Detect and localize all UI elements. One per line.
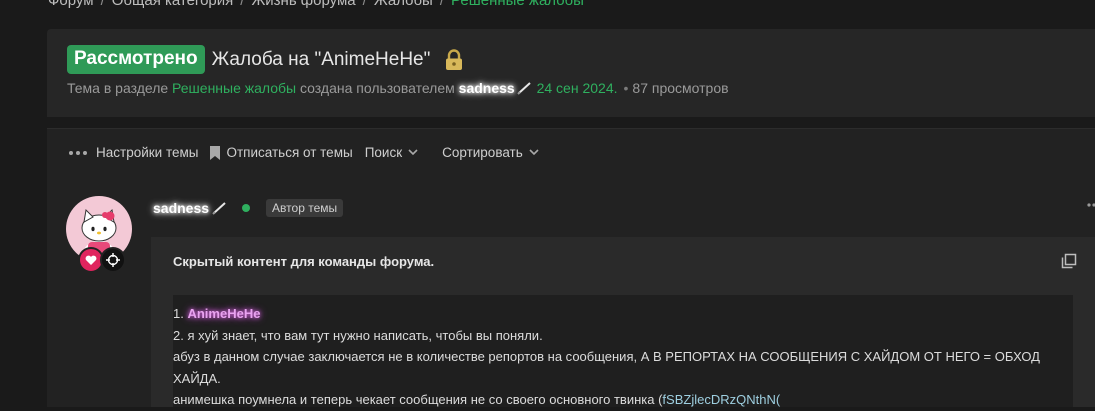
breadcrumb-separator: / [439, 0, 444, 9]
author-badge: Автор темы [266, 199, 344, 217]
post-author-row: sadness Автор темы [153, 199, 344, 217]
post-container: Настройки темы Отписаться от темы Поиск … [47, 128, 1095, 407]
lock-icon [446, 48, 463, 70]
mentioned-user-link[interactable]: AnimeHeHe [187, 306, 260, 321]
post-line-2: 2. я хуй знает, что вам тут нужно написа… [173, 327, 543, 343]
more-dots-icon [69, 150, 87, 155]
unsubscribe-button[interactable]: Отписаться от темы [210, 145, 353, 160]
sort-dropdown[interactable]: Сортировать [442, 145, 545, 160]
author-link[interactable]: sadness [459, 80, 515, 96]
post-text: 1. AnimeHeHe 2. я хуй знает, что вам тут… [173, 303, 1053, 411]
hidden-content-body: 1. AnimeHeHe 2. я хуй знает, что вам тут… [173, 295, 1073, 407]
post-line-4: анимешка поумнела и теперь чекает сообще… [173, 389, 1053, 411]
view-count: 87 просмотров [632, 80, 729, 96]
chevron-down-icon [529, 149, 539, 156]
thread-meta: Тема в разделе Решенные жалобы создана п… [67, 80, 729, 96]
search-dropdown[interactable]: Поиск [365, 145, 424, 160]
breadcrumb: Форум / Общая категория / Жизнь форума / Жалоб… [48, 0, 584, 9]
search-label: Поиск [364, 145, 403, 160]
thread-toolbar: Настройки темы Отписаться от темы Поиск … [68, 145, 557, 160]
hidden-content-title: Скрытый контент для команды форума. [173, 254, 435, 269]
breadcrumb-forum-life[interactable]: Жизнь форума [251, 0, 355, 9]
post-username[interactable]: sadness [153, 200, 209, 216]
meta-prefix: Тема в разделе [67, 80, 169, 96]
post-options-icon[interactable] [1087, 202, 1095, 208]
chevron-down-icon [408, 149, 418, 156]
thread-settings-label: Настройки темы [96, 145, 199, 160]
breadcrumb-separator: / [100, 0, 105, 9]
pen-icon [516, 82, 531, 95]
thread-title-row: Рассмотрено Жалоба на "AnimeHeHe" [67, 45, 464, 74]
sort-label: Сортировать [442, 145, 523, 160]
thread-header: Рассмотрено Жалоба на "AnimeHeHe" Тема в… [47, 29, 1095, 117]
page-title: Жалоба на "AnimeHeHe" [211, 48, 431, 70]
breadcrumb-resolved[interactable]: Решенные жалобы [451, 0, 584, 9]
unsubscribe-label: Отписаться от темы [226, 145, 353, 160]
thread-settings-button[interactable]: Настройки темы [68, 145, 198, 160]
separator-dot: • [623, 80, 629, 96]
bookmark-icon [210, 145, 221, 160]
list-number: 1. [173, 306, 188, 321]
post-line-3: абуз в данном случае заключается не в ко… [173, 349, 1040, 386]
post-line-1: 1. AnimeHeHe [173, 303, 1053, 325]
copy-icon[interactable] [1061, 253, 1077, 269]
pen-icon [212, 202, 226, 215]
hidden-content-block: Скрытый контент для команды форума. 1. A… [151, 237, 1095, 407]
post-line-4-text: анимешка поумнела и теперь чекает сообще… [173, 392, 663, 407]
breadcrumb-separator: / [240, 0, 245, 9]
twink-code: fSBZjlecDRzQNthN( [662, 392, 781, 407]
status-badge: Рассмотрено [67, 45, 205, 74]
crosshair-badge-icon [100, 247, 126, 273]
section-link[interactable]: Решенные жалобы [172, 80, 296, 96]
breadcrumb-separator: / [362, 0, 367, 9]
online-indicator [242, 204, 251, 212]
meta-created-by: создана пользователем [300, 80, 455, 96]
breadcrumb-general[interactable]: Общая категория [112, 0, 234, 9]
breadcrumb-complaints[interactable]: Жалобы [374, 0, 433, 9]
thread-date[interactable]: 24 сен 2024. [537, 80, 618, 96]
breadcrumb-forum[interactable]: Форум [48, 0, 94, 9]
